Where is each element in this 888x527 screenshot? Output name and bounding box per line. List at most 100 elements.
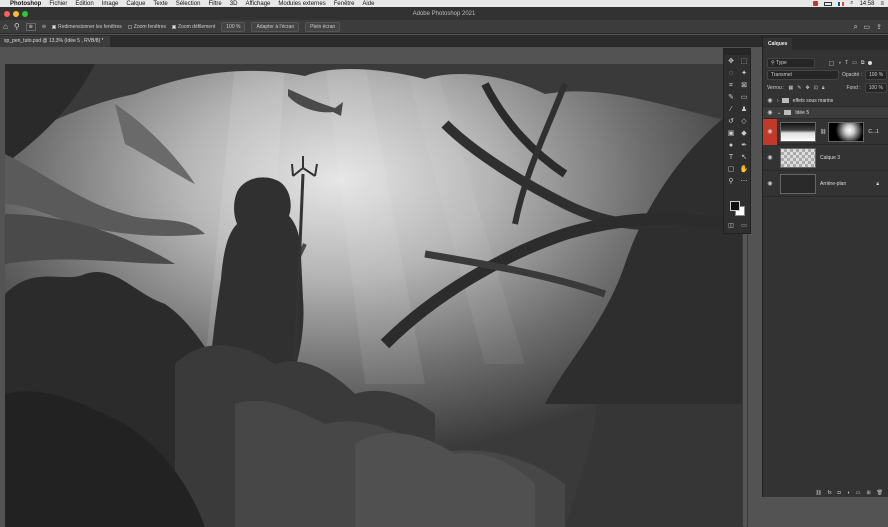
stamp-icon[interactable]: ♟ <box>739 105 749 115</box>
eraser-icon[interactable]: ◇ <box>739 117 749 127</box>
eye-icon[interactable]: ◉ <box>763 154 777 161</box>
blur-icon[interactable]: ◆ <box>739 129 749 139</box>
type-icon[interactable]: T <box>726 153 736 163</box>
blend-mode-select[interactable]: Transmet <box>767 70 839 80</box>
home-icon[interactable]: ⌂ <box>3 22 8 31</box>
shape-icon[interactable]: ▢ <box>726 165 736 175</box>
layer-thumbnail[interactable] <box>780 121 816 142</box>
zoom-out-icon[interactable]: ⊖ <box>42 24 46 30</box>
artwork-canvas[interactable] <box>5 64 742 527</box>
layer-thumbnail[interactable] <box>780 173 816 194</box>
frame-icon[interactable]: ⊠ <box>739 81 749 91</box>
opacity-field[interactable]: 100 % <box>865 70 888 80</box>
tab-layers[interactable]: Calques <box>763 38 793 50</box>
canvas-area[interactable] <box>0 47 762 527</box>
workspace-icon[interactable]: ▭ <box>863 23 870 31</box>
filter-type-icon[interactable]: T <box>845 60 848 66</box>
filter-shape-icon[interactable]: ▭ <box>852 60 857 66</box>
fx-icon[interactable]: fx <box>828 490 832 496</box>
magic-wand-icon[interactable]: ✦ <box>739 69 749 79</box>
crop-icon[interactable]: ⌗ <box>726 81 736 91</box>
chevron-down-icon[interactable]: ⌄ <box>777 110 781 116</box>
layer-row[interactable]: ◉ Arrière-plan 🔒︎ <box>763 171 888 197</box>
zoom-value-button[interactable]: 100 % <box>221 21 246 32</box>
quick-mask-icon[interactable]: ◫ <box>726 221 736 231</box>
spot-heal-icon[interactable]: ▭ <box>739 93 749 103</box>
eye-icon[interactable]: ◉ <box>763 180 777 187</box>
menu-affichage[interactable]: Affichage <box>245 1 270 7</box>
new-layer-icon[interactable]: ⊞ <box>866 490 870 496</box>
fill-field[interactable]: 100 % <box>864 83 887 93</box>
layer-row[interactable]: ◉ ⌄ Idée 5 <box>763 107 888 119</box>
control-center-icon[interactable]: ≡ <box>880 1 884 7</box>
layer-mask-thumbnail[interactable] <box>828 121 865 142</box>
eye-icon[interactable]: ◉ <box>763 109 777 116</box>
menu-app[interactable]: Photoshop <box>10 1 41 7</box>
delete-layer-icon[interactable]: 🗑︎ <box>877 490 883 496</box>
layer-row[interactable]: ◉ › effets sous marins <box>763 95 888 107</box>
hand-icon[interactable]: ✋ <box>739 165 749 175</box>
filter-pixel-icon[interactable] <box>829 60 834 66</box>
marquee-icon[interactable]: ⬚ <box>739 57 749 67</box>
layer-thumbnail[interactable] <box>780 147 816 168</box>
chain-icon[interactable]: ⛓ <box>820 129 826 135</box>
menu-fenetre[interactable]: Fenêtre <box>334 1 355 7</box>
menu-texte[interactable]: Texte <box>153 1 167 7</box>
menu-calque[interactable]: Calque <box>126 1 145 7</box>
fit-screen-button[interactable]: Adapter à l'écran <box>251 21 300 32</box>
menu-aide[interactable]: Aide <box>362 1 374 7</box>
gradient-icon[interactable]: ▣ <box>726 129 736 139</box>
search-icon[interactable]: ⌕ <box>854 22 858 32</box>
menu-edition[interactable]: Edition <box>75 1 93 7</box>
lasso-icon[interactable]: ◌ <box>726 69 736 79</box>
document-tab[interactable]: sp_pen_tuto.psd @ 13,3% (Idée 5 , RVB/8)… <box>0 36 110 47</box>
dodge-icon[interactable]: ● <box>726 141 736 151</box>
adjustment-icon[interactable]: ◑ <box>847 490 850 496</box>
history-brush-icon[interactable]: ↺ <box>726 117 736 127</box>
link-layers-icon[interactable]: ⛓ <box>815 490 821 496</box>
filter-adjust-icon[interactable]: ◑ <box>838 60 841 66</box>
lock-artboard-icon[interactable]: ⊡ <box>814 85 818 91</box>
menu-modules[interactable]: Modules externes <box>278 1 325 7</box>
foreground-color-swatch[interactable] <box>730 201 740 211</box>
flag-icon[interactable] <box>838 1 845 6</box>
layer-row[interactable]: ◉ Calque 3 <box>763 145 888 171</box>
eye-icon[interactable]: ◉ <box>763 118 777 145</box>
zoom-all-checkbox[interactable]: Zoom fenêtres <box>127 24 166 30</box>
lock-paint-icon[interactable]: ✎ <box>797 85 801 91</box>
menu-filtre[interactable]: Filtre <box>208 1 221 7</box>
eyedropper-icon[interactable]: ✎ <box>726 93 736 103</box>
lock-all-icon[interactable]: 🔒︎ <box>822 85 825 91</box>
menu-3d[interactable]: 3D <box>230 1 238 7</box>
filter-toggle-icon[interactable] <box>868 61 873 65</box>
new-group-icon[interactable]: ▭ <box>856 490 861 496</box>
layer-row[interactable]: ◉ ⛓ C...1 <box>763 118 888 145</box>
filter-smart-icon[interactable]: ⧉ <box>861 60 865 66</box>
pen-icon[interactable]: ✒ <box>739 141 749 151</box>
path-select-icon[interactable]: ↖ <box>739 153 749 163</box>
resize-windows-checkbox[interactable]: Redimensionner les fenêtres <box>52 24 122 30</box>
battery-icon[interactable] <box>824 1 833 6</box>
brush-icon[interactable]: ⁄ <box>726 105 736 115</box>
toolbox-header[interactable] <box>724 49 750 55</box>
lock-pixels-icon[interactable]: ▦ <box>789 85 794 91</box>
zoom-icon[interactable]: ⚲ <box>726 177 736 187</box>
more-icon[interactable]: ⋯ <box>739 177 749 187</box>
move-icon[interactable]: ✥ <box>726 57 736 67</box>
menu-fichier[interactable]: Fichier <box>49 1 67 7</box>
layer-filter-select[interactable]: ⚲ Type <box>767 58 815 68</box>
menu-selection[interactable]: Sélection <box>176 1 201 7</box>
search-icon[interactable]: ⌕ <box>850 0 853 7</box>
status-icon[interactable] <box>813 1 819 6</box>
chevron-right-icon[interactable]: › <box>777 98 779 104</box>
screen-mode-icon[interactable]: ▭ <box>739 221 749 231</box>
eye-icon[interactable]: ◉ <box>763 97 777 104</box>
menu-image[interactable]: Image <box>102 1 119 7</box>
scrubby-zoom-checkbox[interactable]: Zoom défilement <box>172 24 215 30</box>
share-icon[interactable]: ⇪ <box>876 23 882 31</box>
fill-screen-button[interactable]: Plein écran <box>305 21 341 32</box>
zoom-tool-icon[interactable]: ⚲ <box>14 22 20 31</box>
add-mask-icon[interactable]: ◘ <box>838 490 841 496</box>
lock-position-icon[interactable]: ✥ <box>805 85 809 91</box>
zoom-in-icon[interactable]: ⊕ <box>25 22 36 31</box>
